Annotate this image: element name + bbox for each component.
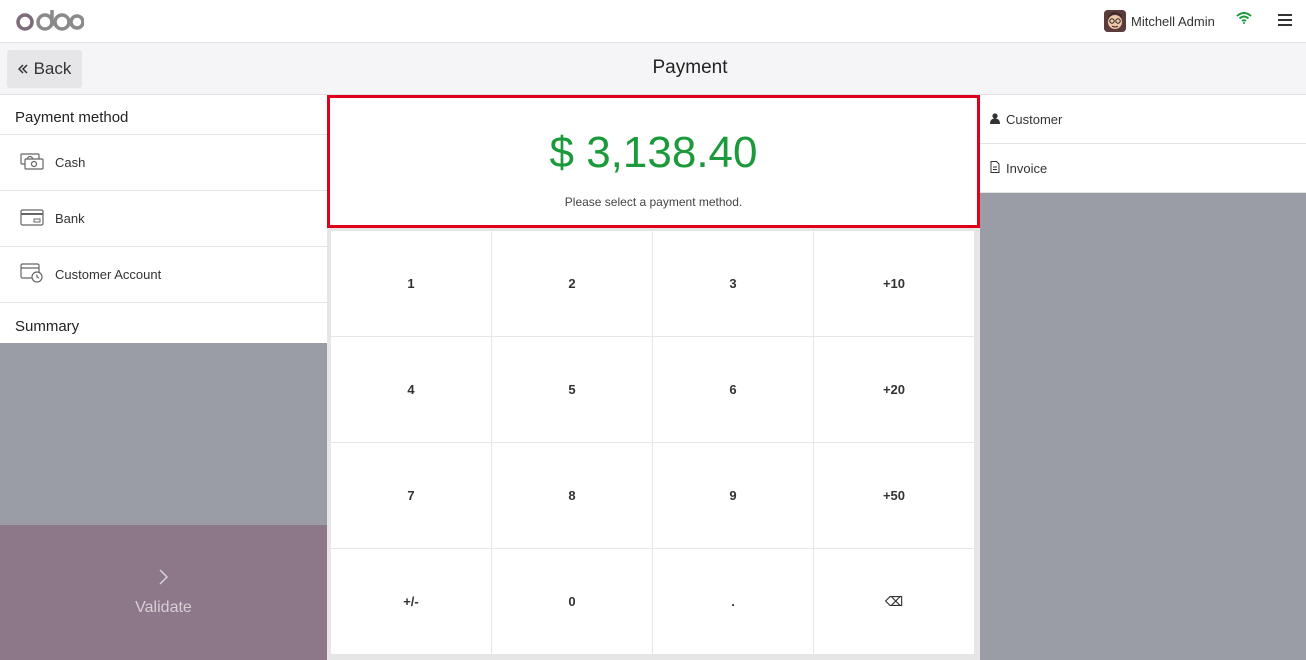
bank-card-icon: [20, 207, 44, 230]
customer-button[interactable]: Customer: [980, 95, 1306, 144]
user-name: Mitchell Admin: [1131, 13, 1215, 29]
chevron-right-icon: [158, 568, 170, 591]
numpad-key-decimal[interactable]: .: [653, 549, 813, 654]
customer-account-icon: [20, 262, 44, 287]
payment-method-cash[interactable]: Cash: [0, 135, 327, 191]
hamburger-menu-icon[interactable]: [1278, 14, 1292, 29]
payment-hint: Please select a payment method.: [564, 195, 743, 209]
payment-method-label: Bank: [55, 211, 85, 226]
numpad-key-8[interactable]: 8: [492, 443, 652, 548]
payment-method-title: Payment method: [0, 95, 327, 135]
payment-method-customer-account[interactable]: Customer Account: [0, 247, 327, 303]
numpad-key-2[interactable]: 2: [492, 231, 652, 336]
numpad-key-sign[interactable]: +/-: [331, 549, 491, 654]
numpad-key-0[interactable]: 0: [492, 549, 652, 654]
numpad-key-1[interactable]: 1: [331, 231, 491, 336]
payment-header: Back Payment: [0, 43, 1306, 95]
odoo-logo[interactable]: [16, 8, 84, 34]
numpad: 1 2 3 +10 4 5 6 +20 7 8 9 +50 +/- 0 . ⌫: [331, 231, 975, 657]
wifi-icon[interactable]: [1236, 12, 1252, 24]
customer-label: Customer: [1006, 111, 1063, 127]
numpad-key-6[interactable]: 6: [653, 337, 813, 442]
numpad-key-plus50[interactable]: +50: [814, 443, 974, 548]
payment-center: $ 3,138.40 Please select a payment metho…: [327, 95, 980, 660]
top-navbar: Mitchell Admin: [0, 0, 1306, 43]
payment-method-bank[interactable]: Bank: [0, 191, 327, 247]
double-chevron-left-icon: [17, 59, 28, 79]
summary-title: Summary: [0, 303, 327, 343]
numpad-key-5[interactable]: 5: [492, 337, 652, 442]
numpad-key-9[interactable]: 9: [653, 443, 813, 548]
cash-icon: [20, 151, 44, 174]
back-label: Back: [33, 59, 72, 78]
numpad-key-7[interactable]: 7: [331, 443, 491, 548]
page-title: Payment: [652, 57, 728, 78]
backspace-icon[interactable]: ⌫: [814, 549, 974, 654]
invoice-label: Invoice: [1006, 160, 1048, 176]
payment-amount: $ 3,138.40: [549, 128, 758, 177]
payment-amount-box: $ 3,138.40 Please select a payment metho…: [327, 95, 980, 228]
user-icon: [990, 112, 1000, 127]
payment-method-label: Cash: [55, 155, 86, 170]
back-button[interactable]: Back: [7, 50, 82, 88]
payment-method-label: Customer Account: [55, 267, 162, 282]
numpad-key-4[interactable]: 4: [331, 337, 491, 442]
numpad-key-plus20[interactable]: +20: [814, 337, 974, 442]
numpad-key-plus10[interactable]: +10: [814, 231, 974, 336]
numpad-key-3[interactable]: 3: [653, 231, 813, 336]
validate-label: Validate: [135, 599, 192, 616]
payment-methods-panel: Payment method Cash Bank Customer Accoun…: [0, 95, 327, 660]
user-menu[interactable]: Mitchell Admin: [1104, 9, 1215, 33]
invoice-button[interactable]: Invoice: [980, 144, 1306, 193]
document-icon: [990, 160, 1000, 176]
validate-button[interactable]: Validate: [0, 525, 327, 660]
customer-panel: Customer Invoice: [980, 95, 1306, 660]
avatar: [1104, 10, 1126, 32]
